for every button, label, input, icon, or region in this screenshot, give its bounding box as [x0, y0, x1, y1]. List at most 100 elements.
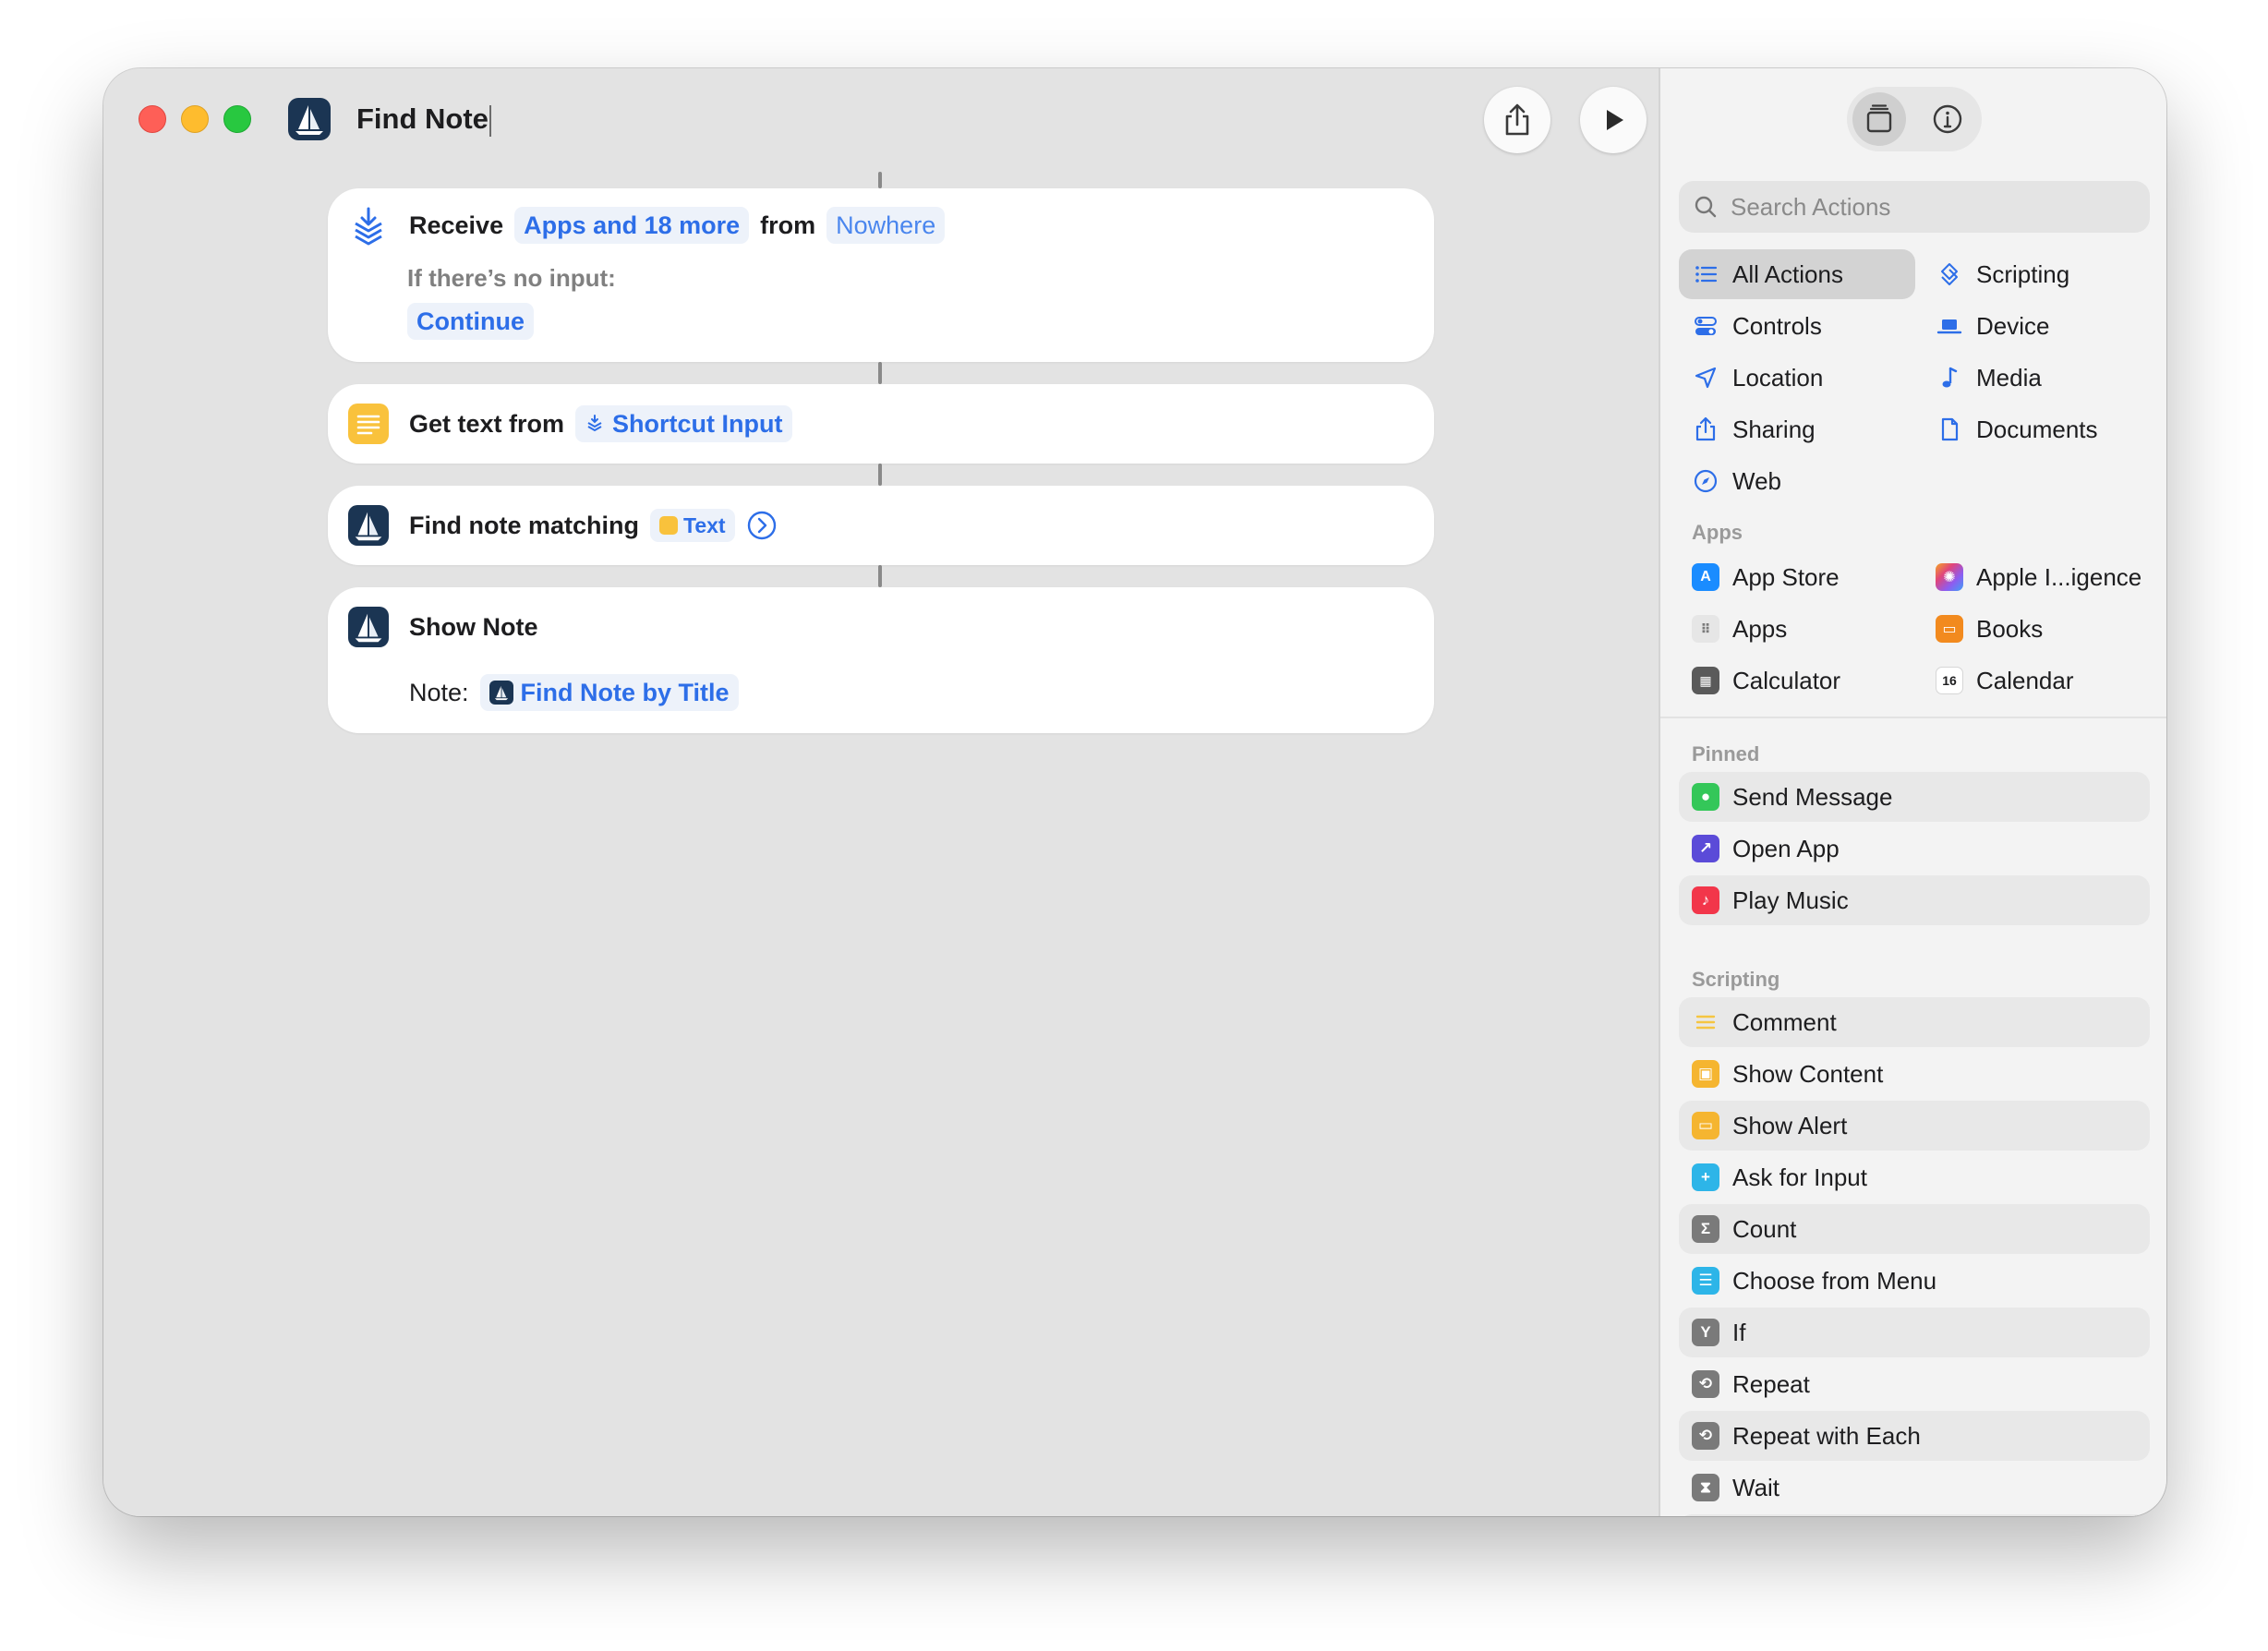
input-types-pill[interactable]: Apps and 18 more: [514, 207, 750, 244]
category-scripting[interactable]: Scripting: [1923, 249, 2150, 299]
show-note-action-card[interactable]: Show Note Note: Find Note by Title: [328, 587, 1434, 733]
share-icon: [1692, 416, 1719, 443]
comment-icon: [1692, 1008, 1719, 1036]
sidebar-segmented-control: [1847, 87, 1982, 151]
apps-section-label: Apps: [1692, 521, 1743, 544]
script-show-content[interactable]: ▣ Show Content: [1679, 1049, 2150, 1099]
category-location[interactable]: Location: [1679, 353, 1915, 403]
text-icon: [348, 404, 389, 444]
text-variable-pill[interactable]: Text: [650, 509, 735, 542]
app-books[interactable]: ▭ Books: [1923, 604, 2150, 654]
receive-icon: [348, 205, 389, 246]
sailboat-app-icon: [288, 98, 331, 140]
details-tab[interactable]: [1921, 92, 1974, 146]
from-label: from: [760, 211, 816, 239]
source-pill[interactable]: Nowhere: [826, 207, 946, 244]
no-input-label: If there’s no input:: [407, 264, 616, 292]
music-icon: ♪: [1692, 886, 1719, 914]
get-text-action-card[interactable]: Get text from Shortcut Input: [328, 384, 1434, 464]
app-apple-intelligence[interactable]: ✺ Apple I...igence: [1923, 552, 2150, 602]
zoom-button[interactable]: [223, 105, 251, 133]
show-content-icon: ▣: [1692, 1060, 1719, 1088]
script-choose-from-menu[interactable]: ☰ Choose from Menu: [1679, 1256, 2150, 1306]
pinned-play-music[interactable]: ♪ Play Music: [1679, 875, 2150, 925]
alert-icon: ▭: [1692, 1112, 1719, 1139]
pinned-send-message[interactable]: ● Send Message: [1679, 772, 2150, 822]
continue-pill[interactable]: Continue: [407, 303, 534, 340]
app-calendar[interactable]: 16 Calendar: [1923, 656, 2150, 705]
category-media[interactable]: Media: [1923, 353, 2150, 403]
script-repeat-with-each[interactable]: ⟲ Repeat with Each: [1679, 1411, 2150, 1461]
action-verb: Receive: [409, 211, 504, 239]
toggle-icon: [1692, 312, 1719, 340]
script-comment[interactable]: Comment: [1679, 997, 2150, 1047]
flow-connector: [878, 362, 882, 384]
script-ask-for-input[interactable]: + Ask for Input: [1679, 1152, 2150, 1202]
script-wait[interactable]: ⧗ Wait: [1679, 1463, 2150, 1512]
app-apps[interactable]: ⠿ Apps: [1679, 604, 1915, 654]
search-input[interactable]: [1729, 191, 2120, 223]
laptop-icon: [1936, 312, 1963, 340]
search-icon: [1695, 196, 1717, 218]
category-all-actions[interactable]: All Actions: [1679, 249, 1915, 299]
open-app-icon: ↗: [1692, 835, 1719, 862]
script-repeat[interactable]: ⟲ Repeat: [1679, 1359, 2150, 1409]
flow-connector: [878, 565, 882, 587]
shortcuts-window: Find Note Receive Apps and 18 more from …: [103, 68, 2166, 1516]
shortcut-title[interactable]: Find Note: [356, 99, 491, 139]
app-calculator[interactable]: ▦ Calculator: [1679, 656, 1915, 705]
note-label: Note:: [409, 678, 469, 706]
pinned-open-app[interactable]: ↗ Open App: [1679, 824, 2150, 874]
receive-action-card[interactable]: Receive Apps and 18 more from Nowhere If…: [328, 188, 1434, 362]
books-icon: ▭: [1936, 615, 1963, 643]
info-icon: [1933, 104, 1962, 134]
category-device[interactable]: Device: [1923, 301, 2150, 351]
app-icon: [348, 505, 389, 546]
action-library-tab[interactable]: [1852, 92, 1906, 146]
hourglass-icon: ⧗: [1692, 1474, 1719, 1501]
flow-connector: [878, 172, 882, 188]
note-variable-pill[interactable]: Find Note by Title: [479, 674, 739, 711]
pinned-section-label: Pinned: [1692, 742, 1760, 765]
branch-icon: Y: [1692, 1319, 1719, 1346]
app-store-icon: A: [1692, 563, 1719, 591]
chevron-right-circle-icon[interactable]: [746, 510, 778, 541]
apps-grid-icon: ⠿: [1692, 615, 1719, 643]
app-app-store[interactable]: A App Store: [1679, 552, 1915, 602]
messages-icon: ●: [1692, 783, 1719, 811]
minimize-button[interactable]: [181, 105, 209, 133]
editor-pane: Find Note Receive Apps and 18 more from …: [103, 68, 1659, 1516]
script-next-item-partial[interactable]: [1679, 1514, 2150, 1516]
action-verb: Show Note: [409, 612, 538, 641]
category-documents[interactable]: Documents: [1923, 404, 2150, 454]
apple-intelligence-icon: ✺: [1936, 563, 1963, 591]
search-actions-field[interactable]: [1679, 181, 2150, 233]
category-sharing[interactable]: Sharing: [1679, 404, 1915, 454]
run-button[interactable]: [1580, 87, 1647, 153]
sigma-icon: Σ: [1692, 1215, 1719, 1243]
compass-icon: [1692, 467, 1719, 495]
scripting-icon: [1936, 260, 1963, 288]
repeat-icon: ⟲: [1692, 1422, 1719, 1450]
shortcut-input-pill[interactable]: Shortcut Input: [575, 405, 792, 442]
script-if[interactable]: Y If: [1679, 1308, 2150, 1357]
category-controls[interactable]: Controls: [1679, 301, 1915, 351]
calendar-icon: 16: [1936, 667, 1963, 694]
app-icon: [348, 607, 389, 647]
scripting-section-label: Scripting: [1692, 968, 1780, 991]
share-button[interactable]: [1484, 87, 1550, 153]
action-verb: Get text from: [409, 409, 565, 438]
script-count[interactable]: Σ Count: [1679, 1204, 2150, 1254]
close-button[interactable]: [139, 105, 166, 133]
shortcut-input-icon: [587, 415, 602, 432]
location-icon: [1692, 364, 1719, 392]
list-icon: [1692, 260, 1719, 288]
action-verb: Find note matching: [409, 511, 639, 539]
script-show-alert[interactable]: ▭ Show Alert: [1679, 1101, 2150, 1151]
category-web[interactable]: Web: [1679, 456, 1915, 506]
sailboat-app-icon: [489, 681, 513, 705]
action-library-sidebar: All Actions Scripting Controls Device Lo…: [1659, 68, 2166, 1516]
text-caret: [489, 104, 491, 137]
ask-input-icon: +: [1692, 1163, 1719, 1191]
find-note-action-card[interactable]: Find note matching Text: [328, 486, 1434, 565]
